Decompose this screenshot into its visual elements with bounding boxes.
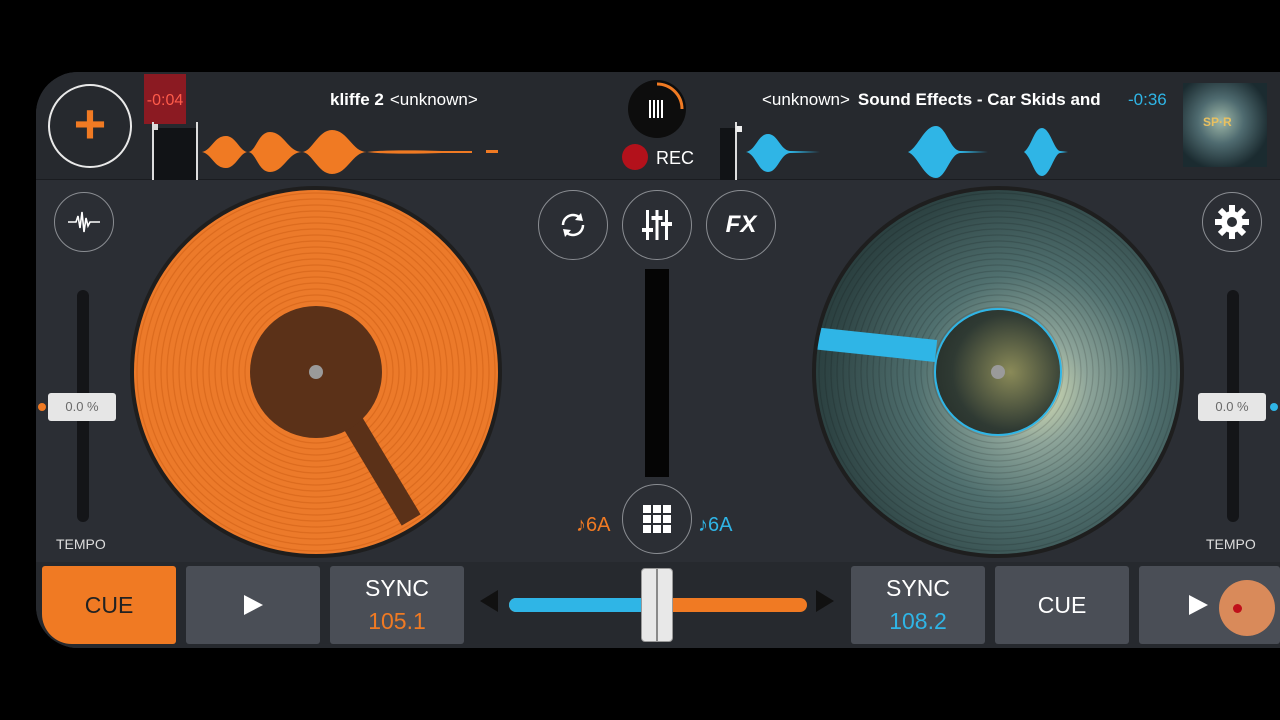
crossfader-left-fill bbox=[509, 598, 657, 612]
dj-app: + -0:04 kliffe 2 <unknown> REC <unknown>… bbox=[36, 72, 1280, 648]
play-icon bbox=[244, 595, 263, 615]
bottom-transport-bar: CUE SYNC 105.1 SYNC 108.2 CUE bbox=[36, 562, 1280, 648]
fx-button[interactable]: FX bbox=[706, 190, 776, 260]
left-sync-button[interactable]: SYNC 105.1 bbox=[330, 566, 464, 644]
pads-button[interactable] bbox=[622, 484, 692, 554]
right-play-button[interactable] bbox=[1139, 566, 1280, 644]
right-sync-label: SYNC bbox=[886, 575, 950, 601]
right-platter-marker bbox=[816, 327, 938, 362]
left-turntable[interactable] bbox=[130, 186, 502, 558]
left-track-artist: <unknown> bbox=[389, 90, 478, 109]
volume-level-meter bbox=[645, 269, 669, 477]
record-button[interactable] bbox=[622, 144, 648, 170]
left-key: ♪6A bbox=[576, 514, 611, 536]
waveform-icon bbox=[68, 211, 100, 233]
left-cue-label: CUE bbox=[84, 591, 134, 618]
fx-label: FX bbox=[725, 211, 757, 238]
left-play-button[interactable] bbox=[186, 566, 320, 644]
crossfader-left-arrow[interactable] bbox=[480, 590, 498, 612]
right-turntable[interactable] bbox=[812, 186, 1184, 558]
left-waveform[interactable] bbox=[152, 122, 512, 180]
crossfader-handle[interactable] bbox=[641, 568, 673, 642]
left-time-remaining: -0:04 bbox=[144, 74, 186, 124]
right-key: ♪6A bbox=[698, 514, 733, 536]
left-cue-button[interactable]: CUE bbox=[42, 566, 176, 644]
gear-icon bbox=[1215, 205, 1249, 239]
waveform-view-button[interactable] bbox=[54, 192, 114, 252]
equalizer-sliders-icon bbox=[642, 210, 672, 240]
sync-loop-icon bbox=[561, 213, 585, 237]
album-cover[interactable]: SP·R bbox=[1183, 83, 1267, 167]
right-spindle bbox=[991, 365, 1005, 379]
settings-button[interactable] bbox=[1202, 192, 1262, 252]
left-track-info: kliffe 2 <unknown> bbox=[330, 90, 478, 110]
grid-icon bbox=[643, 505, 671, 533]
right-track-title: Sound Effects - Car Skids and bbox=[857, 90, 1101, 109]
right-cue-label: CUE bbox=[1037, 591, 1087, 618]
floating-record-bubble[interactable] bbox=[1219, 580, 1275, 636]
right-time-remaining: -0:36 bbox=[1128, 90, 1167, 109]
right-tempo-marker bbox=[1270, 403, 1278, 411]
left-tempo-marker bbox=[38, 403, 46, 411]
crossfader-right-arrow[interactable] bbox=[816, 590, 834, 612]
left-track-title: kliffe 2 bbox=[330, 90, 384, 109]
left-tempo-value[interactable]: 0.0 % bbox=[48, 393, 116, 421]
right-sync-button[interactable]: SYNC 108.2 bbox=[851, 566, 985, 644]
right-tempo-value[interactable]: 0.0 % bbox=[1198, 393, 1266, 421]
menu-icon bbox=[649, 82, 684, 118]
right-track-artist: <unknown> bbox=[762, 90, 850, 109]
right-waveform[interactable] bbox=[720, 122, 1080, 180]
left-tempo-label: TEMPO bbox=[56, 536, 106, 552]
top-bar: + -0:04 kliffe 2 <unknown> REC <unknown>… bbox=[36, 72, 1280, 180]
right-bpm: 108.2 bbox=[889, 608, 947, 634]
left-spindle bbox=[309, 365, 323, 379]
right-tempo-label: TEMPO bbox=[1206, 536, 1256, 552]
menu-knob[interactable] bbox=[628, 80, 686, 138]
right-track-info: <unknown> Sound Effects - Car Skids and bbox=[756, 90, 1101, 110]
record-dot-icon bbox=[1233, 604, 1242, 613]
mixer-button[interactable] bbox=[622, 190, 692, 260]
cover-text: SP·R bbox=[1203, 115, 1232, 129]
add-track-button[interactable]: + bbox=[48, 84, 132, 168]
left-sync-label: SYNC bbox=[365, 575, 429, 601]
plus-icon: + bbox=[73, 92, 107, 155]
right-cue-button[interactable]: CUE bbox=[995, 566, 1129, 644]
left-bpm: 105.1 bbox=[368, 608, 426, 634]
record-label: REC bbox=[656, 148, 695, 168]
play-icon bbox=[1188, 595, 1208, 615]
loop-button[interactable] bbox=[538, 190, 608, 260]
